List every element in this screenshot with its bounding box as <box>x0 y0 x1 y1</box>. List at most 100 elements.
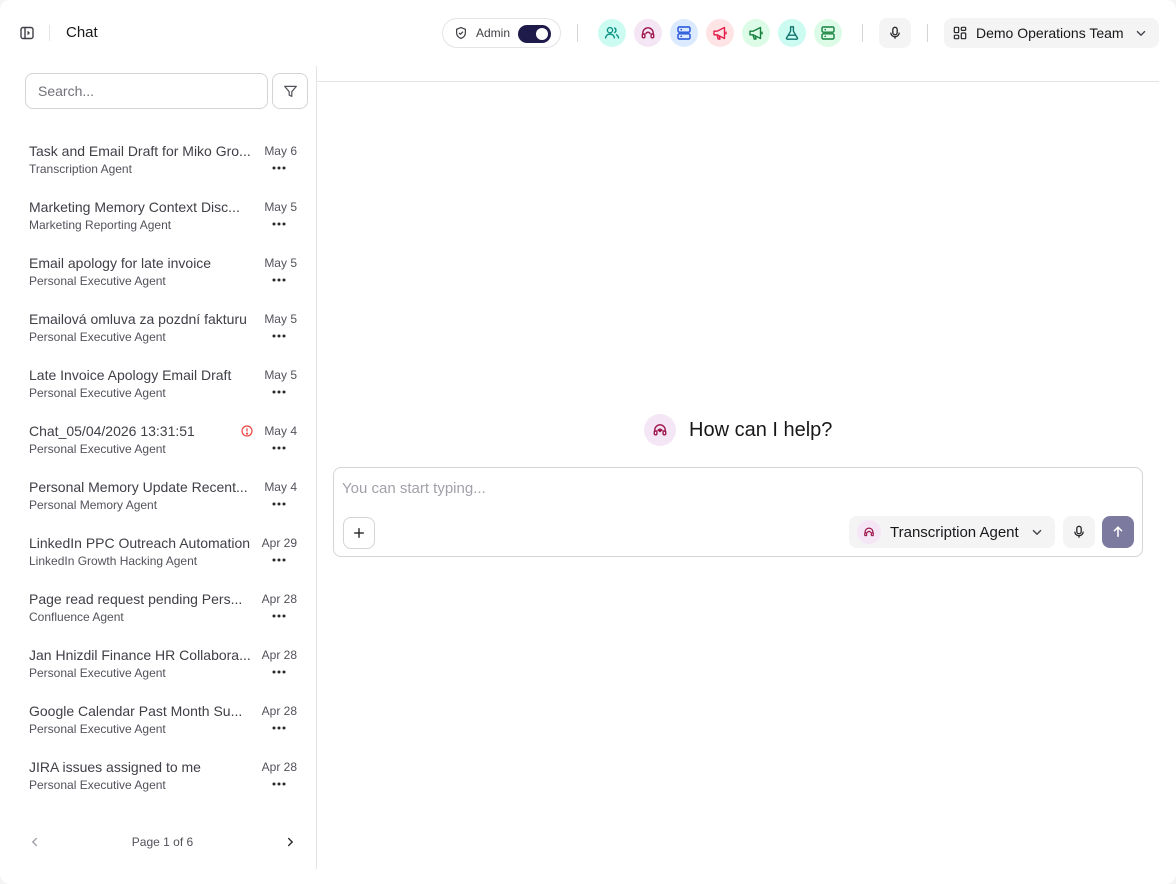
more-options-icon[interactable] <box>270 329 288 343</box>
chat-agent-name: LinkedIn Growth Hacking Agent <box>29 554 198 568</box>
chat-agent-name: Personal Executive Agent <box>29 330 166 344</box>
shield-check-icon <box>454 26 468 40</box>
more-options-icon[interactable] <box>270 609 288 623</box>
chat-title: Task and Email Draft for Miko Gro... <box>29 143 251 159</box>
chat-date: Apr 28 <box>261 648 297 662</box>
more-options-icon[interactable] <box>270 161 288 175</box>
chat-list-item[interactable]: Late Invoice Apology Email Draft Personal… <box>0 354 316 410</box>
server-icon <box>676 25 692 41</box>
search-input[interactable] <box>25 73 268 109</box>
chat-agent-name: Personal Executive Agent <box>29 386 166 400</box>
agent-avatar <box>857 520 881 544</box>
chat-list-item[interactable]: Emailová omluva za pozdní fakturu Persona… <box>0 298 316 354</box>
chat-history-sidebar: Task and Email Draft for Miko Gro... Tran… <box>0 66 317 869</box>
send-button[interactable] <box>1102 516 1134 548</box>
team-selector[interactable]: Demo Operations Team <box>944 18 1159 48</box>
chat-agent-name: Personal Executive Agent <box>29 778 166 792</box>
plus-icon <box>352 526 366 540</box>
chat-date: May 5 <box>264 368 297 382</box>
chat-date: May 4 <box>264 480 297 494</box>
headset-icon <box>640 25 656 41</box>
chat-list-item[interactable]: Task and Email Draft for Miko Gro... Tran… <box>0 130 316 186</box>
chat-title: Email apology for late invoice <box>29 255 212 271</box>
voice-input-button[interactable] <box>1063 516 1095 548</box>
chat-list-item[interactable]: Page read request pending Pers... Conflue… <box>0 578 316 634</box>
chat-date: May 4 <box>264 424 297 438</box>
more-options-icon[interactable] <box>270 273 288 287</box>
filter-button[interactable] <box>272 73 308 109</box>
agent-shortcut-button[interactable] <box>670 19 698 47</box>
message-input[interactable] <box>342 477 1132 499</box>
chat-list-item[interactable]: Personal Memory Update Recent... Personal… <box>0 466 316 522</box>
chat-title: LinkedIn PPC Outreach Automation <box>29 535 251 551</box>
chat-agent-name: Personal Executive Agent <box>29 666 166 680</box>
chat-date: May 5 <box>264 200 297 214</box>
chevron-down-icon <box>1030 525 1044 539</box>
chat-title: Emailová omluva za pozdní fakturu <box>29 311 247 327</box>
greeting: How can I help? <box>644 414 832 446</box>
more-options-icon[interactable] <box>270 777 288 791</box>
chat-date: Apr 28 <box>261 592 297 606</box>
top-bar: Chat Admin Demo Operations Team <box>0 0 1176 66</box>
more-options-icon[interactable] <box>270 385 288 399</box>
more-options-icon[interactable] <box>270 721 288 735</box>
megaphone-icon <box>748 25 764 41</box>
chat-agent-name: Transcription Agent <box>29 162 132 176</box>
agent-shortcut-button[interactable] <box>598 19 626 47</box>
admin-mode-pill: Admin <box>442 18 561 48</box>
message-composer: Transcription Agent <box>333 467 1143 557</box>
megaphone-icon <box>712 25 728 41</box>
microphone-icon <box>1072 525 1086 539</box>
headset-icon <box>863 526 875 538</box>
selected-agent-label: Transcription Agent <box>890 523 1019 541</box>
more-options-icon[interactable] <box>270 497 288 511</box>
agent-shortcut-button[interactable] <box>814 19 842 47</box>
agent-shortcut-button[interactable] <box>778 19 806 47</box>
chevron-right-icon[interactable] <box>283 835 297 849</box>
header-divider <box>927 24 928 42</box>
chat-list-item[interactable]: Chat_05/04/2026 13:31:51 Personal Executi… <box>0 410 316 466</box>
chat-agent-name: Personal Executive Agent <box>29 274 166 288</box>
sidebar-toggle-icon[interactable] <box>18 24 36 42</box>
chat-agent-name: Confluence Agent <box>29 610 124 624</box>
chat-title: Jan Hnizdil Finance HR Collabora... <box>29 647 251 663</box>
chat-list-item[interactable]: JIRA issues assigned to me Personal Execu… <box>0 746 316 802</box>
app-window: Chat Admin Demo Operations Team Search..… <box>0 0 1176 884</box>
chat-title: JIRA issues assigned to me <box>29 759 201 775</box>
chat-agent-name: Marketing Reporting Agent <box>29 218 172 232</box>
chat-title: Page read request pending Pers... <box>29 591 243 607</box>
chat-list-item[interactable]: LinkedIn PPC Outreach Automation LinkedIn… <box>0 522 316 578</box>
chat-date: May 5 <box>264 256 297 270</box>
chat-title: Late Invoice Apology Email Draft <box>29 367 232 383</box>
agent-selector[interactable]: Transcription Agent <box>849 516 1055 548</box>
chat-title: Chat_05/04/2026 13:31:51 <box>29 423 195 439</box>
agent-shortcut-button[interactable] <box>742 19 770 47</box>
chat-date: Apr 28 <box>261 760 297 774</box>
chat-title: Marketing Memory Context Disc... <box>29 199 240 215</box>
more-options-icon[interactable] <box>270 553 288 567</box>
chat-agent-name: Personal Executive Agent <box>29 442 166 456</box>
agent-shortcut-button[interactable] <box>706 19 734 47</box>
agent-shortcut-button[interactable] <box>634 19 662 47</box>
chat-list-item[interactable]: Email apology for late invoice Personal E… <box>0 242 316 298</box>
page-indicator: Page 1 of 6 <box>131 835 194 849</box>
chat-list-item[interactable]: Jan Hnizdil Finance HR Collabora... Perso… <box>0 634 316 690</box>
chat-list-item[interactable]: Marketing Memory Context Disc... Marketin… <box>0 186 316 242</box>
admin-toggle[interactable] <box>518 25 551 43</box>
chat-agent-name: Personal Memory Agent <box>29 498 158 512</box>
more-options-icon[interactable] <box>270 665 288 679</box>
chat-title: Personal Memory Update Recent... <box>29 479 248 495</box>
arrow-up-icon <box>1111 525 1125 539</box>
headset-icon <box>652 422 668 438</box>
more-options-icon[interactable] <box>270 217 288 231</box>
team-label: Demo Operations Team <box>976 25 1124 41</box>
voice-button[interactable] <box>879 18 911 48</box>
chat-list-item[interactable]: Google Calendar Past Month Su... Personal… <box>0 690 316 746</box>
chat-title: Google Calendar Past Month Su... <box>29 703 243 719</box>
chat-agent-name: Personal Executive Agent <box>29 722 166 736</box>
chat-date: Apr 28 <box>261 704 297 718</box>
more-options-icon[interactable] <box>270 441 288 455</box>
server-icon <box>820 25 836 41</box>
chat-date: May 5 <box>264 312 297 326</box>
attach-button[interactable] <box>343 517 375 549</box>
